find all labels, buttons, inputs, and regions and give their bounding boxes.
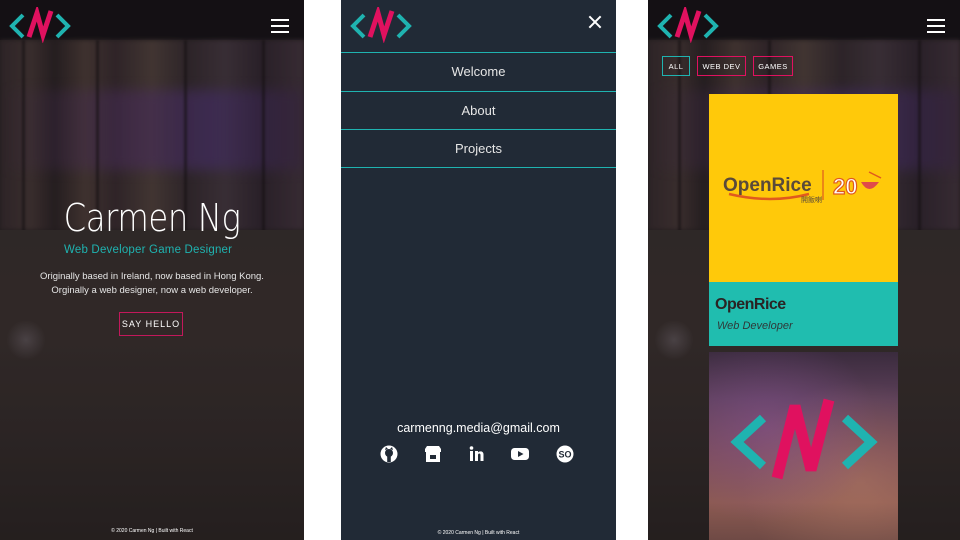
- nn-logo[interactable]: [657, 7, 719, 43]
- menu-item-welcome[interactable]: Welcome: [341, 52, 616, 91]
- youtube-icon[interactable]: [510, 444, 530, 464]
- svg-text:OpenRice: OpenRice: [723, 175, 812, 196]
- project-thumbnail: OpenRice 開飯喇 20: [709, 94, 898, 282]
- nn-logo[interactable]: [350, 7, 412, 43]
- hamburger-menu-icon[interactable]: [271, 18, 289, 34]
- nav-menu: Welcome About Projects: [341, 52, 616, 168]
- project-info: OpenRice Web Developer: [709, 282, 898, 346]
- filter-all[interactable]: ALL: [662, 56, 690, 76]
- nn-logo[interactable]: [9, 7, 71, 43]
- itch-store-icon[interactable]: [423, 444, 443, 464]
- hero-name: Carmen Ng: [63, 196, 241, 240]
- project-card-openrice[interactable]: OpenRice 開飯喇 20 OpenRice Web Developer: [709, 94, 898, 346]
- openrice-logo: OpenRice 開飯喇 20: [721, 164, 889, 204]
- hamburger-menu-icon[interactable]: [927, 18, 945, 34]
- description-line-2: Orginally a web designer, now a web deve…: [51, 285, 253, 296]
- project-role: Web Developer: [717, 320, 793, 332]
- project-card-nn[interactable]: [709, 352, 898, 540]
- svg-text:開飯喇: 開飯喇: [801, 195, 822, 204]
- github-icon[interactable]: [379, 444, 399, 464]
- hero-description: Originally based in Ireland, now based i…: [0, 270, 304, 298]
- email-link[interactable]: carmenng.media@gmail.com: [341, 421, 616, 435]
- say-hello-button[interactable]: SAY HELLO: [119, 312, 183, 336]
- svg-text:20: 20: [833, 174, 857, 199]
- hero-role: Web Developer Game Designer: [64, 244, 233, 256]
- nn-logo-large: [729, 396, 879, 484]
- menu-item-about[interactable]: About: [341, 90, 616, 130]
- social-links: SO: [379, 444, 579, 464]
- svg-text:SO: SO: [558, 450, 571, 460]
- project-title: OpenRice: [715, 296, 786, 313]
- description-line-1: Originally based in Ireland, now based i…: [40, 271, 264, 282]
- welcome-screen: Carmen Ng Web Developer Game Designer Or…: [0, 0, 304, 540]
- stackoverflow-icon[interactable]: SO: [555, 444, 575, 464]
- close-icon[interactable]: [587, 14, 603, 30]
- filter-web-dev[interactable]: WEB DEV: [697, 56, 746, 76]
- footer-text: © 2020 Carmen Ng | Built with React: [437, 530, 520, 536]
- menu-item-projects[interactable]: Projects: [341, 129, 616, 168]
- linkedin-icon[interactable]: [467, 444, 487, 464]
- projects-screen: ALL WEB DEV GAMES OpenRice 開飯喇 20 OpenRi…: [648, 0, 960, 540]
- footer-text: © 2020 Carmen Ng | Built with React: [111, 528, 193, 534]
- filter-games[interactable]: GAMES: [753, 56, 793, 76]
- menu-screen: Welcome About Projects carmenng.media@gm…: [341, 0, 616, 540]
